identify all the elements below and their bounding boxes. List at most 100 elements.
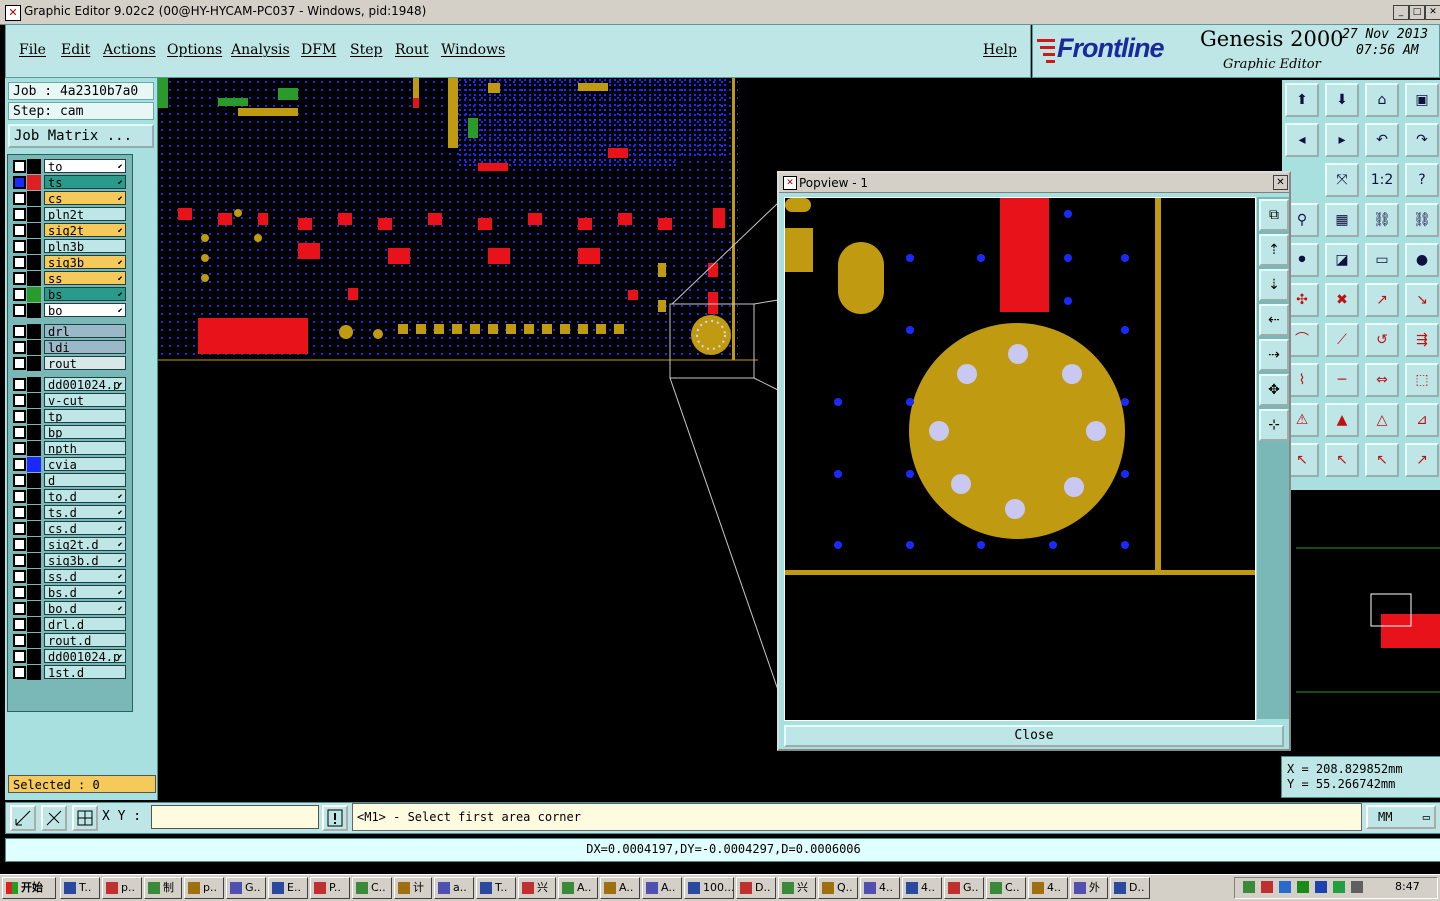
start-button[interactable]: 开始 xyxy=(2,877,56,899)
layer-checkbox[interactable] xyxy=(13,192,26,205)
layer-name[interactable]: bo ⬋ xyxy=(44,303,126,317)
tool-fit-button[interactable]: ⤧ xyxy=(1325,163,1359,197)
layer-row[interactable]: cvia xyxy=(11,457,129,472)
layer-name[interactable]: bs ⬋ xyxy=(44,287,126,301)
layer-checkbox[interactable] xyxy=(13,240,26,253)
popview-pan-right-button[interactable]: ⇢ xyxy=(1259,339,1289,371)
layer-color-swatch[interactable] xyxy=(27,175,41,190)
layer-row[interactable]: npth xyxy=(11,441,129,456)
tool-text-button[interactable]: ⊿ xyxy=(1405,403,1439,437)
layer-name[interactable]: ts.d ⬋ xyxy=(44,505,126,519)
snap-tool-button[interactable] xyxy=(10,805,36,831)
layer-checkbox[interactable] xyxy=(13,176,26,189)
taskbar-item[interactable]: T.. xyxy=(476,877,516,899)
layer-row[interactable]: ss.d ⬋ xyxy=(11,569,129,584)
layer-checkbox[interactable] xyxy=(13,288,26,301)
tool-line-button[interactable]: ↘ xyxy=(1405,283,1439,317)
taskbar-item[interactable]: Q.. xyxy=(818,877,858,899)
layer-color-swatch[interactable] xyxy=(27,393,41,408)
layer-name[interactable]: ts ⬋ xyxy=(44,175,126,189)
units-select[interactable]: MM ▭ xyxy=(1366,805,1436,829)
layer-checkbox[interactable] xyxy=(13,538,26,551)
layer-row[interactable]: rout.d xyxy=(11,633,129,648)
menu-analysis[interactable]: Analysis xyxy=(231,42,290,58)
taskbar-item[interactable]: p.. xyxy=(102,877,142,899)
tool-ruler-button[interactable]: ▭ xyxy=(1365,243,1399,277)
layer-row[interactable]: ts ⬋ xyxy=(11,175,129,190)
layer-row[interactable]: 1st.d xyxy=(11,665,129,680)
tool-triangle-button[interactable]: ▲ xyxy=(1325,403,1359,437)
layer-name[interactable]: drl xyxy=(44,324,126,338)
layer-color-swatch[interactable] xyxy=(27,303,41,318)
tool-rotate-button[interactable]: ↺ xyxy=(1365,323,1399,357)
layer-color-swatch[interactable] xyxy=(27,649,41,664)
layer-checkbox[interactable] xyxy=(13,554,26,567)
layer-color-swatch[interactable] xyxy=(27,537,41,552)
taskbar-item[interactable]: T.. xyxy=(60,877,100,899)
tool-zoom-out-button[interactable]: ▸ xyxy=(1325,123,1359,157)
minimize-button[interactable]: _ xyxy=(1393,5,1409,20)
layer-row[interactable]: drl.d xyxy=(11,617,129,632)
tool-save-button[interactable]: ⬇ xyxy=(1325,83,1359,117)
layer-color-swatch[interactable] xyxy=(27,356,41,371)
layer-row[interactable]: v-cut xyxy=(11,393,129,408)
layer-color-swatch[interactable] xyxy=(27,521,41,536)
measure-tool-button[interactable] xyxy=(41,805,67,831)
tool-fill-button[interactable]: ⇶ xyxy=(1405,323,1439,357)
layer-name[interactable]: rout.d xyxy=(44,633,126,647)
taskbar-item[interactable]: 100... xyxy=(684,877,734,899)
layer-color-swatch[interactable] xyxy=(27,553,41,568)
layer-row[interactable]: cs.d ⬋ xyxy=(11,521,129,536)
layer-name[interactable]: ss.d ⬋ xyxy=(44,569,126,583)
layer-color-swatch[interactable] xyxy=(27,271,41,286)
layer-checkbox[interactable] xyxy=(13,160,26,173)
layer-name[interactable]: 1st.d xyxy=(44,665,126,679)
layer-color-swatch[interactable] xyxy=(27,207,41,222)
popview-zoom-in-button[interactable]: ⇡ xyxy=(1259,234,1289,266)
taskbar-item[interactable]: D.. xyxy=(1110,877,1150,899)
taskbar-item[interactable]: C.. xyxy=(986,877,1026,899)
tray-mail-icon[interactable] xyxy=(1351,881,1363,893)
layer-checkbox[interactable] xyxy=(13,586,26,599)
tool-help-button[interactable]: ? xyxy=(1405,163,1439,197)
layer-name[interactable]: bs.d ⬋ xyxy=(44,585,126,599)
tool-cursor-button[interactable]: ↖ xyxy=(1325,443,1359,477)
tool-open-button[interactable]: ⬆ xyxy=(1285,83,1319,117)
menu-actions[interactable]: Actions xyxy=(103,42,156,58)
layer-checkbox[interactable] xyxy=(13,490,26,503)
tool-color-button[interactable]: ◪ xyxy=(1325,243,1359,277)
layer-color-swatch[interactable] xyxy=(27,159,41,174)
menu-edit[interactable]: Edit xyxy=(61,42,90,58)
layer-checkbox[interactable] xyxy=(13,378,26,391)
tool-mark-button[interactable]: △ xyxy=(1365,403,1399,437)
layer-row[interactable]: sig3b ⬋ xyxy=(11,255,129,270)
tool-cursor2-button[interactable]: ↖ xyxy=(1365,443,1399,477)
layer-color-swatch[interactable] xyxy=(27,473,41,488)
taskbar-item[interactable]: E.. xyxy=(268,877,308,899)
layer-checkbox[interactable] xyxy=(13,341,26,354)
menu-step[interactable]: Step xyxy=(350,42,382,58)
taskbar-item[interactable]: 制 xyxy=(144,877,182,899)
layer-color-swatch[interactable] xyxy=(27,223,41,238)
popview-close-button[interactable]: Close xyxy=(784,725,1284,747)
layer-checkbox[interactable] xyxy=(13,426,26,439)
layer-checkbox[interactable] xyxy=(13,208,26,221)
layer-row[interactable]: bs ⬋ xyxy=(11,287,129,302)
tool-delete-button[interactable]: ✖ xyxy=(1325,283,1359,317)
layer-checkbox[interactable] xyxy=(13,357,26,370)
tray-chrome-icon[interactable] xyxy=(1279,881,1291,893)
layer-color-swatch[interactable] xyxy=(27,340,41,355)
layer-checkbox[interactable] xyxy=(13,458,26,471)
layer-row[interactable]: d xyxy=(11,473,129,488)
layer-checkbox[interactable] xyxy=(13,272,26,285)
taskbar-item[interactable]: C.. xyxy=(352,877,392,899)
tray-security-icon[interactable] xyxy=(1297,881,1309,893)
layer-row[interactable]: sig3b.d ⬋ xyxy=(11,553,129,568)
layer-row[interactable]: rout xyxy=(11,356,129,371)
layer-checkbox[interactable] xyxy=(13,506,26,519)
layer-row[interactable]: bo ⬋ xyxy=(11,303,129,318)
layer-row[interactable]: sig2t.d ⬋ xyxy=(11,537,129,552)
layer-row[interactable]: bo.d ⬋ xyxy=(11,601,129,616)
layer-name[interactable]: d xyxy=(44,473,126,487)
layer-name[interactable]: cvia xyxy=(44,457,126,471)
